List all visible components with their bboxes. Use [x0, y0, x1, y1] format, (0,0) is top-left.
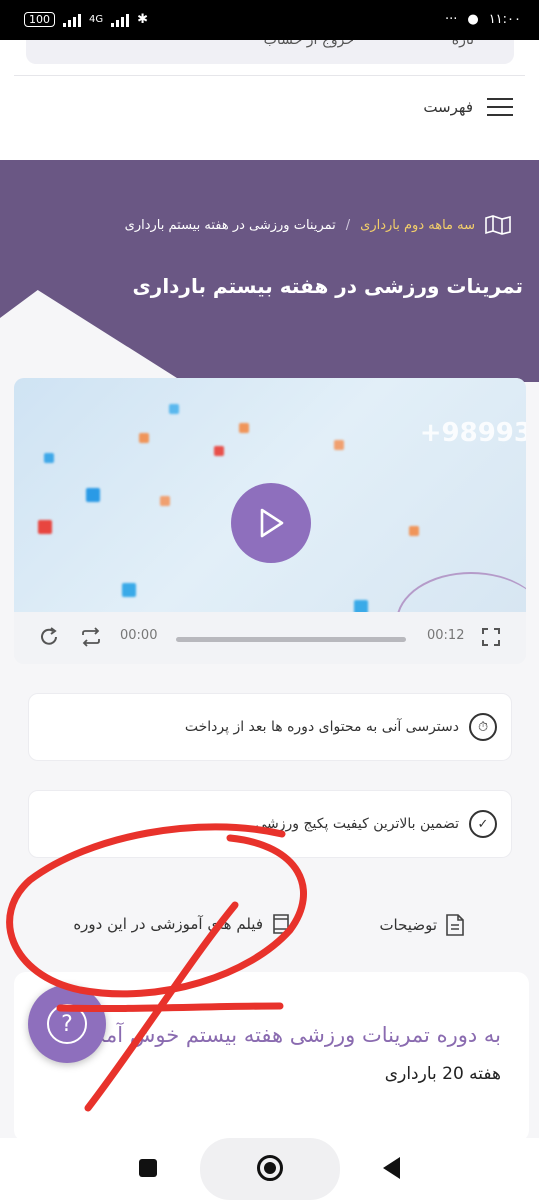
breadcrumb-separator: /: [345, 217, 351, 233]
tabs: توضیحات فیلم های آموزشی در این دوره: [0, 905, 539, 945]
tab-label[interactable]: توضیحات: [379, 916, 437, 934]
account-menu-card: ثاره خروج از حساب: [26, 40, 514, 64]
feature-text: دسترسی آنی به محتوای دوره ها بعد از پردا…: [184, 719, 459, 735]
signal-icon: [63, 13, 81, 27]
welcome-heading: به دوره تمرینات ورزشی هفته بیستم خوش آمد…: [78, 1023, 501, 1047]
feature-text: تضمین بالاترین کیفیت پکیج ورزشی: [255, 816, 459, 832]
refresh-icon[interactable]: [38, 626, 60, 648]
video-player[interactable]: +98993 00:00 00:12: [14, 378, 526, 664]
system-navigation-bar: [0, 1138, 539, 1200]
chat-notification-icon: ●: [467, 12, 479, 27]
account-link[interactable]: ثاره: [452, 40, 474, 48]
signal-icon-2: [111, 13, 130, 27]
fullscreen-icon[interactable]: [481, 627, 501, 647]
network-type: 4G: [89, 14, 104, 25]
current-time: 00:00: [120, 628, 158, 643]
feature-card-quality: ✓ تضمین بالاترین کیفیت پکیج ورزشی: [28, 790, 512, 858]
bluetooth-icon: ✱: [137, 12, 149, 27]
play-icon: [260, 508, 284, 538]
top-header: ثاره خروج از حساب فهرست: [0, 40, 539, 160]
map-icon: [485, 215, 511, 235]
progress-bar[interactable]: [176, 637, 406, 642]
battery-indicator: 100: [24, 12, 55, 27]
question-icon: ?: [47, 1004, 87, 1044]
play-button[interactable]: [231, 483, 311, 563]
loop-icon[interactable]: [80, 626, 102, 648]
notification-dots: ···: [444, 12, 458, 27]
status-bar: 100 4G ✱ ··· ● ۱۱:۰۰: [0, 0, 539, 40]
breadcrumb: سه ماهه دوم بارداری / تمرینات ورزشی در ه…: [125, 215, 511, 235]
film-icon: [273, 914, 289, 934]
page-title: تمرینات ورزشی در هفته بیستم بارداری: [132, 274, 523, 298]
divider: [14, 75, 525, 76]
breadcrumb-parent-link[interactable]: سه ماهه دوم بارداری: [360, 218, 475, 233]
video-controls: 00:00 00:12: [14, 612, 526, 664]
menu-label[interactable]: فهرست: [423, 98, 473, 116]
help-button[interactable]: ?: [28, 985, 106, 1063]
back-button[interactable]: [383, 1157, 400, 1179]
tab-label[interactable]: فیلم های آموزشی در این دوره: [73, 915, 263, 933]
duration: 00:12: [427, 628, 465, 643]
menu-toggle[interactable]: فهرست: [423, 98, 513, 116]
document-icon: [446, 914, 464, 936]
week-label: هفته 20 بارداری: [384, 1064, 501, 1084]
badge-check-icon: ✓: [469, 810, 497, 838]
logout-link[interactable]: خروج از حساب: [264, 40, 354, 48]
breadcrumb-current: تمرینات ورزشی در هفته بیستم بارداری: [124, 217, 336, 233]
tab-videos[interactable]: فیلم های آموزشی در این دوره: [73, 913, 291, 935]
home-button[interactable]: [257, 1155, 283, 1181]
hamburger-icon[interactable]: [487, 98, 513, 116]
tab-description[interactable]: توضیحات: [379, 913, 465, 937]
speed-gauge-icon: ⏱: [469, 713, 497, 741]
recents-button[interactable]: [139, 1159, 157, 1177]
feature-card-access: ⏱ دسترسی آنی به محتوای دوره ها بعد از پر…: [28, 693, 512, 761]
video-watermark: +98993: [419, 418, 526, 448]
clock: ۱۱:۰۰: [488, 12, 521, 27]
video-frame[interactable]: +98993: [14, 378, 526, 612]
screen: 100 4G ✱ ··· ● ۱۱:۰۰ ثاره خروج از حساب ف…: [0, 0, 539, 1200]
